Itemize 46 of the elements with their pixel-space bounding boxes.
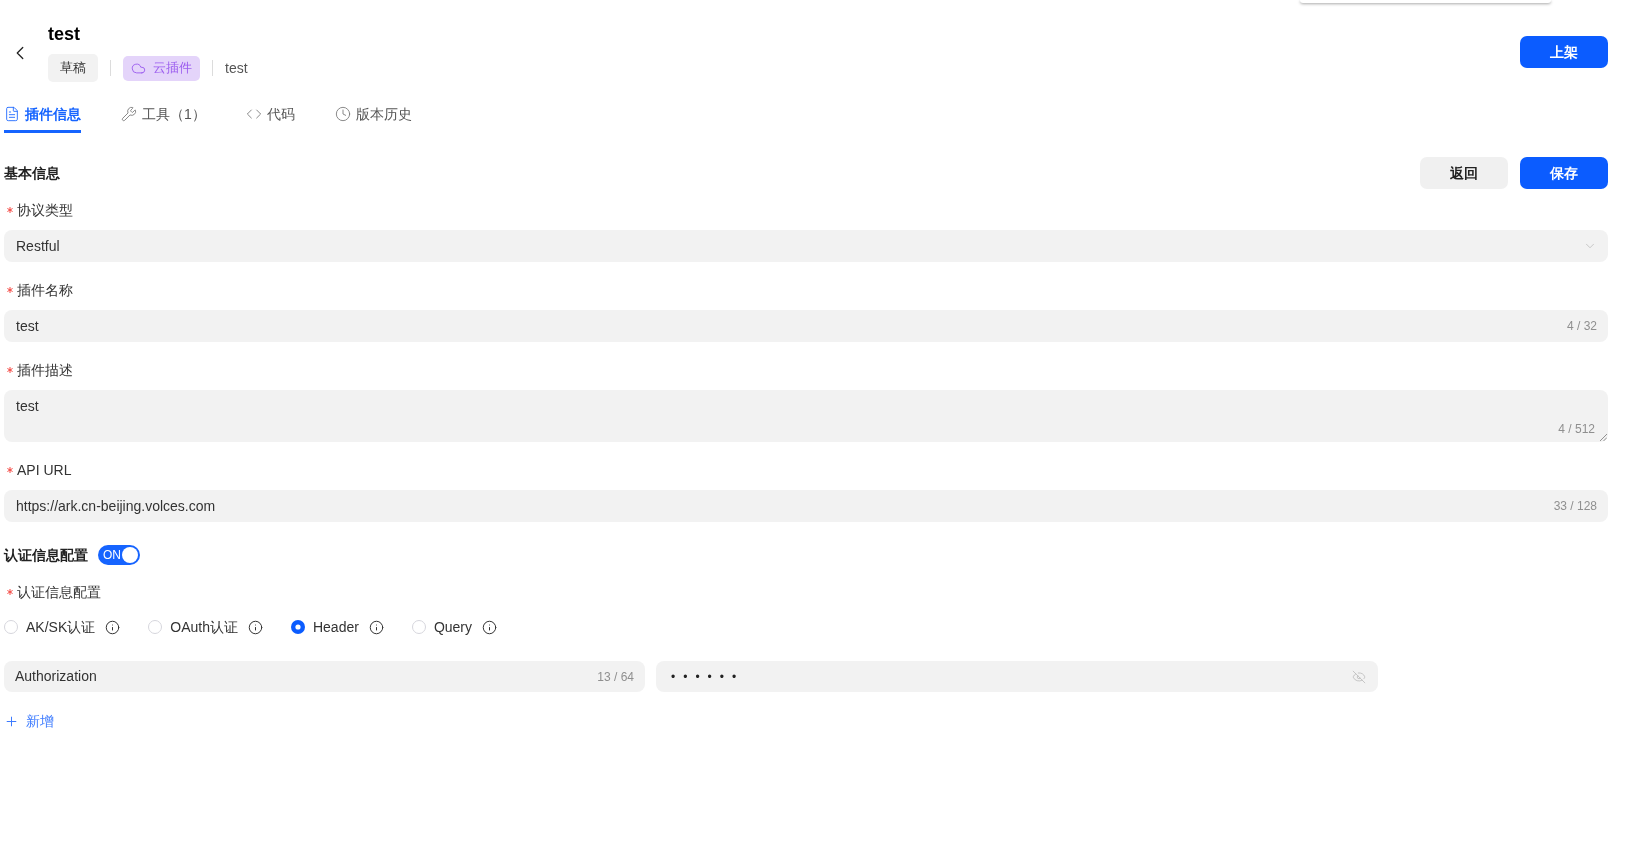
header-key-input[interactable]: Authorization 13 / 64 [4,661,645,692]
field-label: 认证信息配置 [17,582,101,602]
subtitle-text: test [225,58,248,78]
tab[interactable]: 工具（1） [121,98,206,133]
radio-option[interactable]: Header [290,616,359,638]
code-brackets-icon [245,106,262,122]
section-title: 基本信息 [4,163,60,183]
resize-handle-icon[interactable] [1600,434,1607,441]
info-icon[interactable] [482,619,497,635]
textarea-input[interactable]: test 4 / 512 [4,390,1608,442]
cloud-icon [131,60,146,76]
publish-button[interactable]: 上架 [1520,36,1608,68]
plugin-title: test [48,23,80,46]
char-counter: 13 / 64 [597,668,634,686]
type-label: 云插件 [153,59,192,78]
info-icon[interactable] [247,619,263,635]
field-label: API URL [17,460,72,480]
char-counter: 4 / 512 [1558,422,1595,436]
text-input[interactable]: https://ark.cn-beijing.volces.com 33 / 128 [4,490,1608,522]
info-icon[interactable] [105,619,121,635]
switch-knob-icon [122,547,138,563]
radio-option[interactable]: OAuth认证 [148,616,238,638]
tab[interactable]: 版本历史 [334,98,412,133]
radio-option[interactable]: Query [411,616,472,638]
info-icon[interactable] [368,619,384,635]
status-tag: 草稿 [48,54,98,82]
tab[interactable]: 插件信息 [4,98,81,133]
protocol-select[interactable]: Restful [4,230,1608,262]
char-counter: 33 / 128 [1553,498,1597,515]
toggle-switch[interactable]: ON [98,545,140,565]
header-value-input[interactable]: •••••• [656,661,1378,692]
save-button[interactable]: 保存 [1520,157,1608,189]
tab[interactable]: 代码 [245,98,295,133]
add-link[interactable]: 新增 [4,711,54,731]
wrench-icon [121,106,137,122]
field-label: 插件名称 [17,280,73,300]
clock-icon [334,106,351,122]
char-counter: 4 / 32 [1566,318,1597,335]
field-label: 插件描述 [17,360,73,380]
radio-option[interactable]: AK/SK认证 [4,616,96,638]
document-icon [4,106,20,122]
field-label: 协议类型 [17,200,73,220]
plus-icon [4,713,19,729]
section-title: 认证信息配置 [4,545,88,565]
text-input[interactable]: test 4 / 32 [4,310,1608,342]
return-button[interactable]: 返回 [1420,157,1508,189]
